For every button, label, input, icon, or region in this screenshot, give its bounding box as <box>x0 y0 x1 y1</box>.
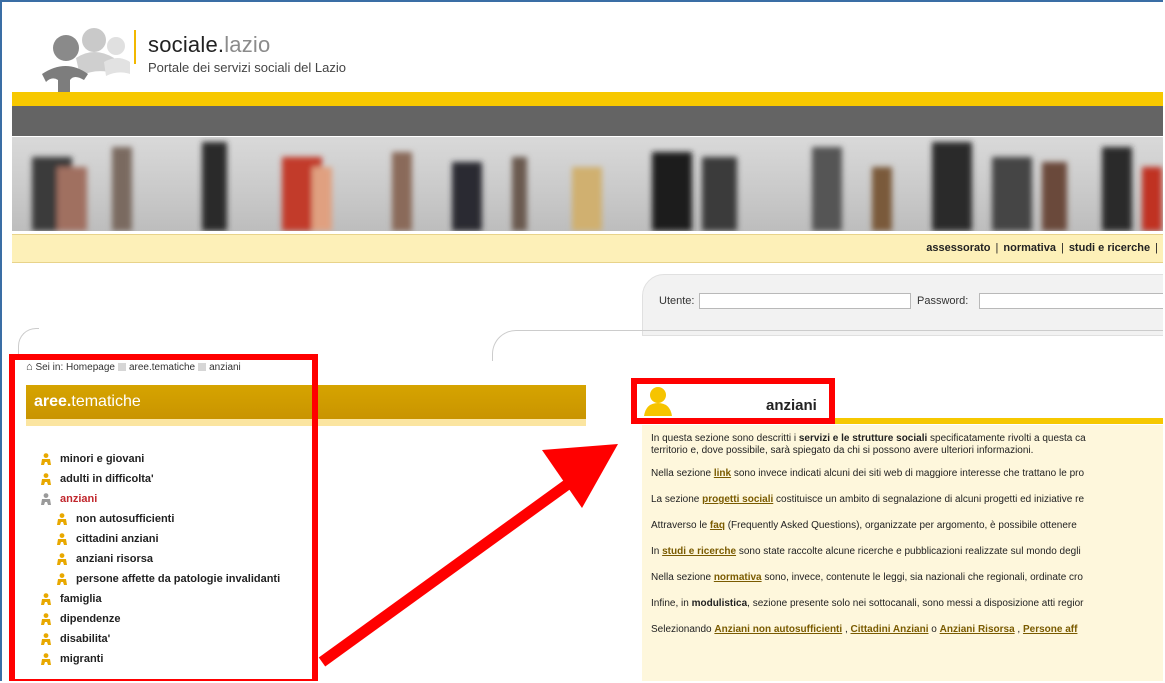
paragraph-studi: In studi e ricerche sono state raccolte … <box>651 546 1081 557</box>
site-brand[interactable]: sociale.lazio <box>148 32 270 58</box>
link-anziani-risorsa[interactable]: Anziani Risorsa <box>940 624 1015 635</box>
section-content: In questa sezione sono descritti i servi… <box>642 425 1163 681</box>
paragraph-intro-2: territorio e, dove possibile, sarà spieg… <box>651 445 1034 456</box>
password-input[interactable] <box>979 293 1163 309</box>
link-progetti-sociali[interactable]: progetti sociali <box>702 494 773 505</box>
site-header: sociale.lazio Portale dei servizi social… <box>12 8 1163 102</box>
link-studi-e-ricerche[interactable]: studi e ricerche <box>662 546 736 557</box>
paragraph-progetti: La sezione progetti sociali costituisce … <box>651 494 1085 505</box>
password-label: Password: <box>917 295 969 307</box>
paragraph-modulistica: Infine, in modulistica, sezione presente… <box>651 598 1084 609</box>
user-input[interactable] <box>699 293 911 309</box>
nav-separator: | <box>995 242 999 254</box>
site-subtitle: Portale dei servizi sociali del Lazio <box>148 60 346 75</box>
highlight-box-menu <box>9 354 318 681</box>
link-anziani-non-autosufficienti[interactable]: Anziani non autosufficienti <box>714 624 842 635</box>
login-box: Utente: Password: <box>642 274 1163 336</box>
nav-separator: | <box>1155 242 1158 254</box>
link-persone-affette[interactable]: Persone aff <box>1023 624 1077 635</box>
link-link[interactable]: link <box>714 468 731 479</box>
paragraph-faq: Attraverso le faq (Frequently Asked Ques… <box>651 520 1077 531</box>
header-grey-band <box>12 106 1163 136</box>
paragraph-intro: In questa sezione sono descritti i servi… <box>651 433 1086 444</box>
nav-link-normativa[interactable]: normativa <box>1003 242 1056 254</box>
link-faq[interactable]: faq <box>710 520 725 531</box>
browser-frame: sociale.lazio Portale dei servizi social… <box>0 0 1163 681</box>
paragraph-normativa: Nella sezione normativa sono, invece, co… <box>651 572 1083 583</box>
red-arrow-annotation <box>318 444 618 667</box>
nav-separator: | <box>1060 242 1064 254</box>
nav-link-assessorato[interactable]: assessorato <box>926 242 990 254</box>
main-column-corner <box>492 330 1163 361</box>
user-label: Utente: <box>659 295 695 307</box>
header-yellow-band <box>12 92 1163 106</box>
highlight-box-title <box>631 378 835 424</box>
logo-separator <box>134 30 136 64</box>
paragraph-selezionando: Selezionando Anziani non autosufficienti… <box>651 624 1078 635</box>
top-nav-links: assessorato | normativa | studi e ricerche | <box>926 242 1163 254</box>
header-banner-image <box>12 137 1163 231</box>
link-cittadini-anziani[interactable]: Cittadini Anziani <box>851 624 929 635</box>
top-nav-strip: assessorato | normativa | studi e ricerche | <box>12 234 1163 263</box>
paragraph-link: Nella sezione link sono invece indicati … <box>651 468 1085 479</box>
people-logo-icon <box>42 28 130 102</box>
nav-link-studi-e-ricerche[interactable]: studi e ricerche <box>1069 242 1150 254</box>
link-normativa[interactable]: normativa <box>714 572 762 583</box>
